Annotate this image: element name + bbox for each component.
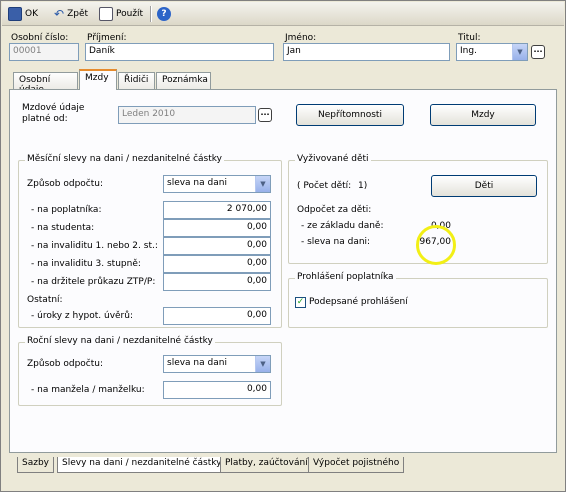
mesicni-zpusob-select[interactable]: sleva na dani ▼	[163, 175, 271, 193]
titul-value: Ing.	[460, 46, 477, 56]
jmeno-field[interactable]: Jan	[283, 43, 450, 61]
undo-arrow-icon: ↶	[54, 7, 65, 21]
dialog-window: OK ↶ Zpět Použít ? Osobní číslo: 00001 P…	[0, 0, 566, 492]
back-label: Zpět	[67, 9, 89, 19]
ok-label: OK	[25, 9, 38, 19]
nepritomnosti-button[interactable]: Nepřítomnosti	[296, 104, 404, 126]
pocet-deti-value: 1)	[358, 181, 368, 191]
prohlaseni-checkbox[interactable]: ✓	[295, 297, 306, 308]
prijmeni-label: Příjmení:	[87, 33, 127, 43]
chevron-down-icon[interactable]: ▼	[255, 356, 270, 372]
vyzivovane-deti-title: Vyživované děti	[295, 154, 371, 164]
mesicni-row-value[interactable]: 0,00	[163, 273, 271, 291]
help-icon: ?	[157, 7, 171, 21]
uroky-field[interactable]: 0,00	[163, 307, 271, 325]
zaklad-dane-label: - ze základu daně:	[301, 221, 384, 231]
titul-label: Titul:	[458, 33, 481, 43]
titul-select[interactable]: Ing. ▼	[456, 43, 528, 61]
bottom-tab-vypocet[interactable]: Výpočet pojistného	[308, 457, 405, 473]
osobni-cislo-label: Osobní číslo:	[11, 33, 69, 43]
prohlaseni-checkbox-label[interactable]: Podepsané prohlášení	[309, 297, 408, 307]
toolbar: OK ↶ Zpět Použít ?	[2, 2, 564, 26]
ok-button[interactable]: OK	[8, 6, 38, 22]
rocni-zpusob-label: Způsob odpočtu:	[27, 359, 104, 369]
floppy-save-icon	[8, 7, 22, 21]
osobni-cislo-field: 00001	[9, 43, 79, 61]
platne-od-field: Leden 2010	[118, 106, 256, 124]
prohlaseni-title: Prohlášení poplatníka	[295, 272, 396, 282]
chevron-down-icon[interactable]: ▼	[512, 44, 527, 60]
highlight-circle	[416, 225, 456, 265]
mesicni-row-label: - na držitele průkazu ZTP/P:	[31, 277, 156, 287]
bottom-tab-sazby[interactable]: Sazby	[17, 457, 54, 473]
mesicni-row-label: - na invaliditu 1. nebo 2. st.:	[31, 241, 158, 251]
mesicni-slevy-group: Měsíční slevy na dani / nezdanitelné čás…	[18, 154, 282, 328]
pocet-deti-label: ( Počet dětí: 1)	[297, 181, 367, 191]
mesicni-row-value[interactable]: 0,00	[163, 255, 271, 273]
mesicni-zpusob-value: sleva na dani	[167, 178, 227, 188]
tab-mzdy[interactable]: Mzdy	[79, 69, 117, 90]
ostatni-label: Ostatní:	[27, 295, 63, 305]
jmeno-label: Jméno:	[285, 33, 317, 43]
odpocet-label: Odpočet za děti:	[297, 205, 372, 215]
rocni-zpusob-value: sleva na dani	[167, 358, 227, 368]
deti-button[interactable]: Děti	[431, 175, 537, 197]
mesicni-slevy-title: Měsíční slevy na dani / nezdanitelné čás…	[25, 154, 224, 164]
mesicni-row-label: - na invaliditu 3. stupně:	[31, 259, 141, 269]
mesicni-row-value[interactable]: 2 070,00	[163, 201, 271, 219]
mzdy-panel: Mzdové údaje platné od: Leden 2010 ... N…	[9, 89, 557, 453]
mesicni-row-value[interactable]: 0,00	[163, 237, 271, 255]
mzdove-udaje-label: Mzdové údaje	[22, 103, 85, 113]
use-button[interactable]: Použít	[99, 6, 143, 22]
titul-more-button[interactable]: ...	[531, 45, 545, 59]
tab-ridici[interactable]: Řidiči	[118, 72, 155, 89]
apply-document-icon	[99, 7, 113, 21]
rocni-slevy-title: Roční slevy na dani / nezdanitelné částk…	[25, 336, 215, 346]
pocet-deti-text: ( Počet dětí:	[297, 181, 352, 191]
mesicni-row-label: - na poplatníka:	[31, 205, 102, 215]
toolbar-separator	[150, 6, 151, 22]
manzel-label: - na manžela / manželku:	[31, 385, 145, 395]
uroky-label: - úroky z hypot. úvěrů:	[31, 311, 133, 321]
tab-osobni-udaje[interactable]: Osobní údaje	[13, 72, 78, 95]
help-button[interactable]: ?	[157, 6, 171, 22]
tab-poznamka[interactable]: Poznámka	[156, 72, 211, 89]
rocni-zpusob-select[interactable]: sleva na dani ▼	[163, 355, 271, 373]
sleva-dane-label: - sleva na dani:	[301, 237, 371, 247]
rocni-slevy-group: Roční slevy na dani / nezdanitelné částk…	[18, 336, 282, 406]
mzdy-button[interactable]: Mzdy	[430, 104, 536, 126]
platne-od-label: platné od:	[22, 114, 68, 124]
mesicni-zpusob-label: Způsob odpočtu:	[27, 179, 104, 189]
use-label: Použít	[116, 9, 144, 19]
back-button[interactable]: ↶ Zpět	[54, 6, 88, 22]
mesicni-row-label: - na studenta:	[31, 223, 95, 233]
platne-od-more-button[interactable]: ...	[258, 108, 272, 122]
mesicni-row-value[interactable]: 0,00	[163, 219, 271, 237]
prohlaseni-group: Prohlášení poplatníka ✓ Podepsané prohlá…	[288, 272, 548, 328]
prijmeni-field[interactable]: Daník	[85, 43, 274, 61]
bottom-tab-platby[interactable]: Platby, zaúčtování	[220, 457, 313, 473]
chevron-down-icon[interactable]: ▼	[255, 176, 270, 192]
bottom-tab-slevy[interactable]: Slevy na dani / nezdanitelné částky	[57, 457, 227, 473]
vyzivovane-deti-group: Vyživované děti ( Počet dětí: 1) Děti Od…	[288, 154, 548, 265]
manzel-field[interactable]: 0,00	[163, 381, 271, 399]
